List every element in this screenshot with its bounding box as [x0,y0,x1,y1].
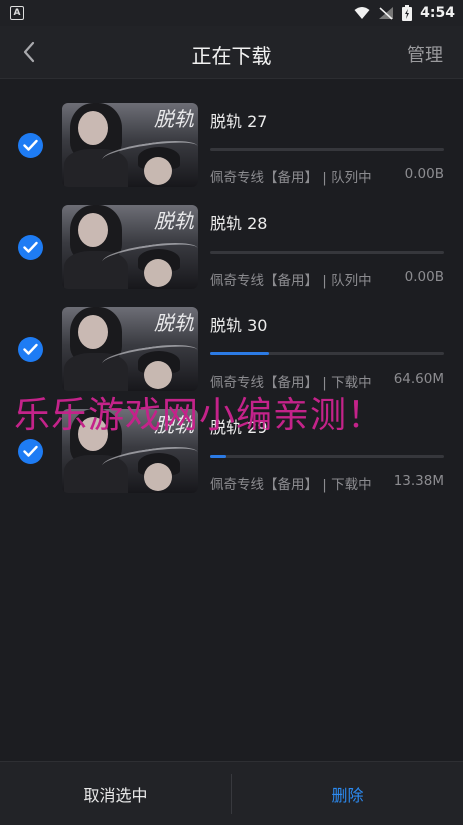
download-source: 佩奇专线【备用】 [210,273,318,289]
back-button[interactable] [18,40,42,64]
download-item[interactable]: 脱轨 脱轨 28 佩奇专线【备用】 | 队列中 0.00B [0,192,463,294]
select-checkbox[interactable] [18,235,43,260]
download-size: 0.00B [404,269,444,285]
battery-charging-icon [402,5,413,21]
progress-bar [210,352,444,355]
download-list: 脱轨 脱轨 27 佩奇专线【备用】 | 队列中 0.00B 脱轨 脱轨 28 佩… [0,90,463,498]
signal-off-icon [379,7,394,20]
top-nav-bar: 正在下载 管理 [0,26,463,79]
select-checkbox[interactable] [18,337,43,362]
app-notification-icon: A [10,6,24,20]
thumbnail-calligraphy: 脱轨 [154,209,194,233]
thumbnail-calligraphy: 脱轨 [154,413,194,437]
status-time: 4:54 [420,5,455,21]
download-title: 脱轨 29 [210,418,268,437]
manage-button[interactable]: 管理 [407,41,443,67]
download-title: 脱轨 28 [210,214,268,233]
album-thumbnail: 脱轨 [62,103,198,187]
download-source: 佩奇专线【备用】 [210,375,318,391]
download-info: 佩奇专线【备用】 | 队列中 0.00B [210,269,444,289]
bottom-action-bar: 取消选中 删除 [0,761,463,825]
download-state: | 下载中 [322,375,372,391]
album-thumbnail: 脱轨 [62,205,198,289]
download-info: 佩奇专线【备用】 | 下载中 64.60M [210,371,444,391]
page-title: 正在下载 [191,44,272,68]
download-size: 0.00B [404,166,444,182]
thumbnail-calligraphy: 脱轨 [154,107,194,131]
download-state: | 队列中 [322,170,372,186]
download-size: 13.38M [393,473,444,489]
download-title: 脱轨 27 [210,112,268,131]
album-thumbnail: 脱轨 [62,409,198,493]
album-thumbnail: 脱轨 [62,307,198,391]
download-state: | 下载中 [322,477,372,493]
select-checkbox[interactable] [18,439,43,464]
progress-bar [210,251,444,254]
wifi-icon [354,7,370,19]
download-item[interactable]: 脱轨 脱轨 27 佩奇专线【备用】 | 队列中 0.00B [0,90,463,192]
download-info: 佩奇专线【备用】 | 下载中 13.38M [210,473,444,493]
chevron-left-icon [23,41,35,63]
download-title: 脱轨 30 [210,316,268,335]
thumbnail-calligraphy: 脱轨 [154,311,194,335]
delete-button[interactable]: 删除 [232,762,463,825]
checkmark-icon [23,139,38,151]
download-item[interactable]: 脱轨 脱轨 29 佩奇专线【备用】 | 下载中 13.38M [0,396,463,498]
progress-bar [210,148,444,151]
download-source: 佩奇专线【备用】 [210,477,318,493]
checkmark-icon [23,343,38,355]
download-info: 佩奇专线【备用】 | 队列中 0.00B [210,166,444,186]
status-bar: A 4:54 [0,0,463,26]
deselect-button[interactable]: 取消选中 [0,762,231,825]
select-checkbox[interactable] [18,133,43,158]
download-item[interactable]: 脱轨 脱轨 30 佩奇专线【备用】 | 下载中 64.60M [0,294,463,396]
download-source: 佩奇专线【备用】 [210,170,318,186]
progress-bar [210,455,444,458]
checkmark-icon [23,445,38,457]
download-size: 64.60M [393,371,444,387]
checkmark-icon [23,241,38,253]
download-state: | 队列中 [322,273,372,289]
